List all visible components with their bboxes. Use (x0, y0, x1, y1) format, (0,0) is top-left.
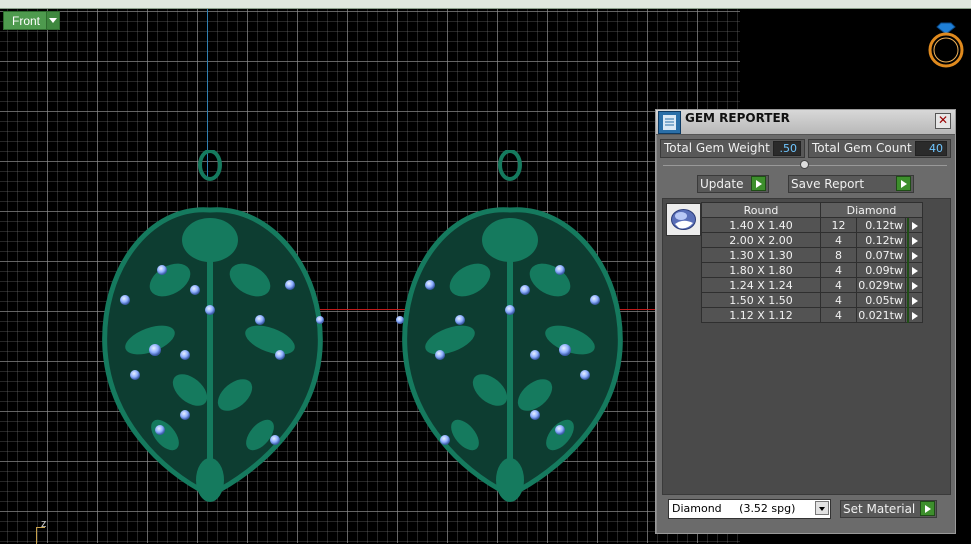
total-gem-count-field: Total Gem Count 40 (808, 139, 951, 158)
gem-list-area: Round Diamond 1.40 X 1.40 12 0.12tw 2.00… (662, 198, 951, 495)
gem-size: 1.40 X 1.40 (701, 217, 821, 233)
report-sheet-icon (658, 111, 681, 134)
panel-slider-knob[interactable] (800, 160, 809, 169)
ring-diamond-icon[interactable] (925, 18, 967, 70)
gem-size: 1.12 X 1.12 (701, 307, 821, 323)
play-arrow-icon[interactable] (907, 277, 909, 293)
gem-table-row[interactable]: 1.40 X 1.40 12 0.12tw (701, 217, 923, 233)
update-button-label: Update (700, 177, 744, 191)
round-gem-icon[interactable] (666, 203, 701, 236)
gem-table-row[interactable]: 2.00 X 2.00 4 0.12tw (701, 232, 923, 248)
earring-model[interactable] (90, 150, 650, 520)
play-arrow-icon[interactable] (907, 262, 909, 278)
gem-table: Round Diamond 1.40 X 1.40 12 0.12tw 2.00… (701, 202, 923, 323)
gem-weight: 0.021tw (856, 307, 906, 323)
window-top-strip (0, 0, 971, 9)
play-arrow-icon[interactable] (907, 307, 909, 323)
total-gem-weight-field: Total Gem Weight .50 (660, 139, 805, 158)
chevron-down-icon[interactable] (815, 501, 829, 515)
gem-count: 4 (820, 232, 857, 248)
play-arrow-icon[interactable] (907, 292, 909, 308)
close-icon[interactable]: ✕ (935, 113, 951, 129)
total-gem-weight-label: Total Gem Weight (664, 141, 770, 155)
left-earring (102, 150, 324, 502)
gem-table-row[interactable]: 1.50 X 1.50 4 0.05tw (701, 292, 923, 308)
material-column-header: Diamond (820, 202, 923, 218)
gem-size: 1.80 X 1.80 (701, 262, 821, 278)
play-arrow-icon[interactable] (920, 501, 935, 516)
gem-table-header-row: Round Diamond (701, 202, 923, 218)
gem-reporter-panel: GEM REPORTER ✕ Total Gem Weight .50 Tota… (655, 109, 956, 534)
gem-count: 4 (820, 262, 857, 278)
save-report-button-label: Save Report (791, 177, 865, 191)
material-select-value: Diamond (3.52 spg) (672, 502, 796, 515)
view-selector-dropdown[interactable]: Front (3, 11, 61, 30)
gem-reporter-title: GEM REPORTER (685, 111, 790, 125)
gem-weight: 0.12tw (856, 232, 906, 248)
gem-weight: 0.12tw (856, 217, 906, 233)
total-gem-count-label: Total Gem Count (812, 141, 912, 155)
gem-count: 4 (820, 277, 857, 293)
play-arrow-icon[interactable] (896, 176, 911, 191)
gem-weight: 0.09tw (856, 262, 906, 278)
axis-gizmo (36, 527, 45, 544)
set-material-button[interactable]: Set Material (840, 500, 937, 518)
gem-table-row[interactable]: 1.24 X 1.24 4 0.029tw (701, 277, 923, 293)
total-gem-weight-value: .50 (773, 141, 801, 156)
shape-column-header: Round (701, 202, 821, 218)
gem-table-row[interactable]: 1.12 X 1.12 4 0.021tw (701, 307, 923, 323)
play-arrow-icon[interactable] (751, 176, 766, 191)
view-selector-label: Front (12, 13, 41, 28)
gem-count: 4 (820, 307, 857, 323)
gem-table-row[interactable]: 1.80 X 1.80 4 0.09tw (701, 262, 923, 278)
play-arrow-icon[interactable] (907, 217, 909, 233)
gem-table-row[interactable]: 1.30 X 1.30 8 0.07tw (701, 247, 923, 263)
gem-weight: 0.07tw (856, 247, 906, 263)
save-report-button[interactable]: Save Report (788, 175, 914, 193)
play-arrow-icon[interactable] (907, 232, 909, 248)
gem-size: 2.00 X 2.00 (701, 232, 821, 248)
gem-count: 4 (820, 292, 857, 308)
gem-size: 1.30 X 1.30 (701, 247, 821, 263)
set-material-button-label: Set Material (843, 502, 916, 516)
gem-size: 1.24 X 1.24 (701, 277, 821, 293)
gem-reporter-titlebar[interactable]: GEM REPORTER ✕ (656, 110, 955, 135)
gem-count: 12 (820, 217, 857, 233)
gem-size: 1.50 X 1.50 (701, 292, 821, 308)
play-arrow-icon[interactable] (907, 247, 909, 263)
chevron-down-icon[interactable] (46, 12, 60, 29)
update-button[interactable]: Update (697, 175, 769, 193)
material-select[interactable]: Diamond (3.52 spg) (668, 499, 831, 519)
total-gem-count-value: 40 (915, 141, 947, 156)
gem-count: 8 (820, 247, 857, 263)
right-earring (396, 150, 623, 502)
gem-weight: 0.029tw (856, 277, 906, 293)
gem-weight: 0.05tw (856, 292, 906, 308)
